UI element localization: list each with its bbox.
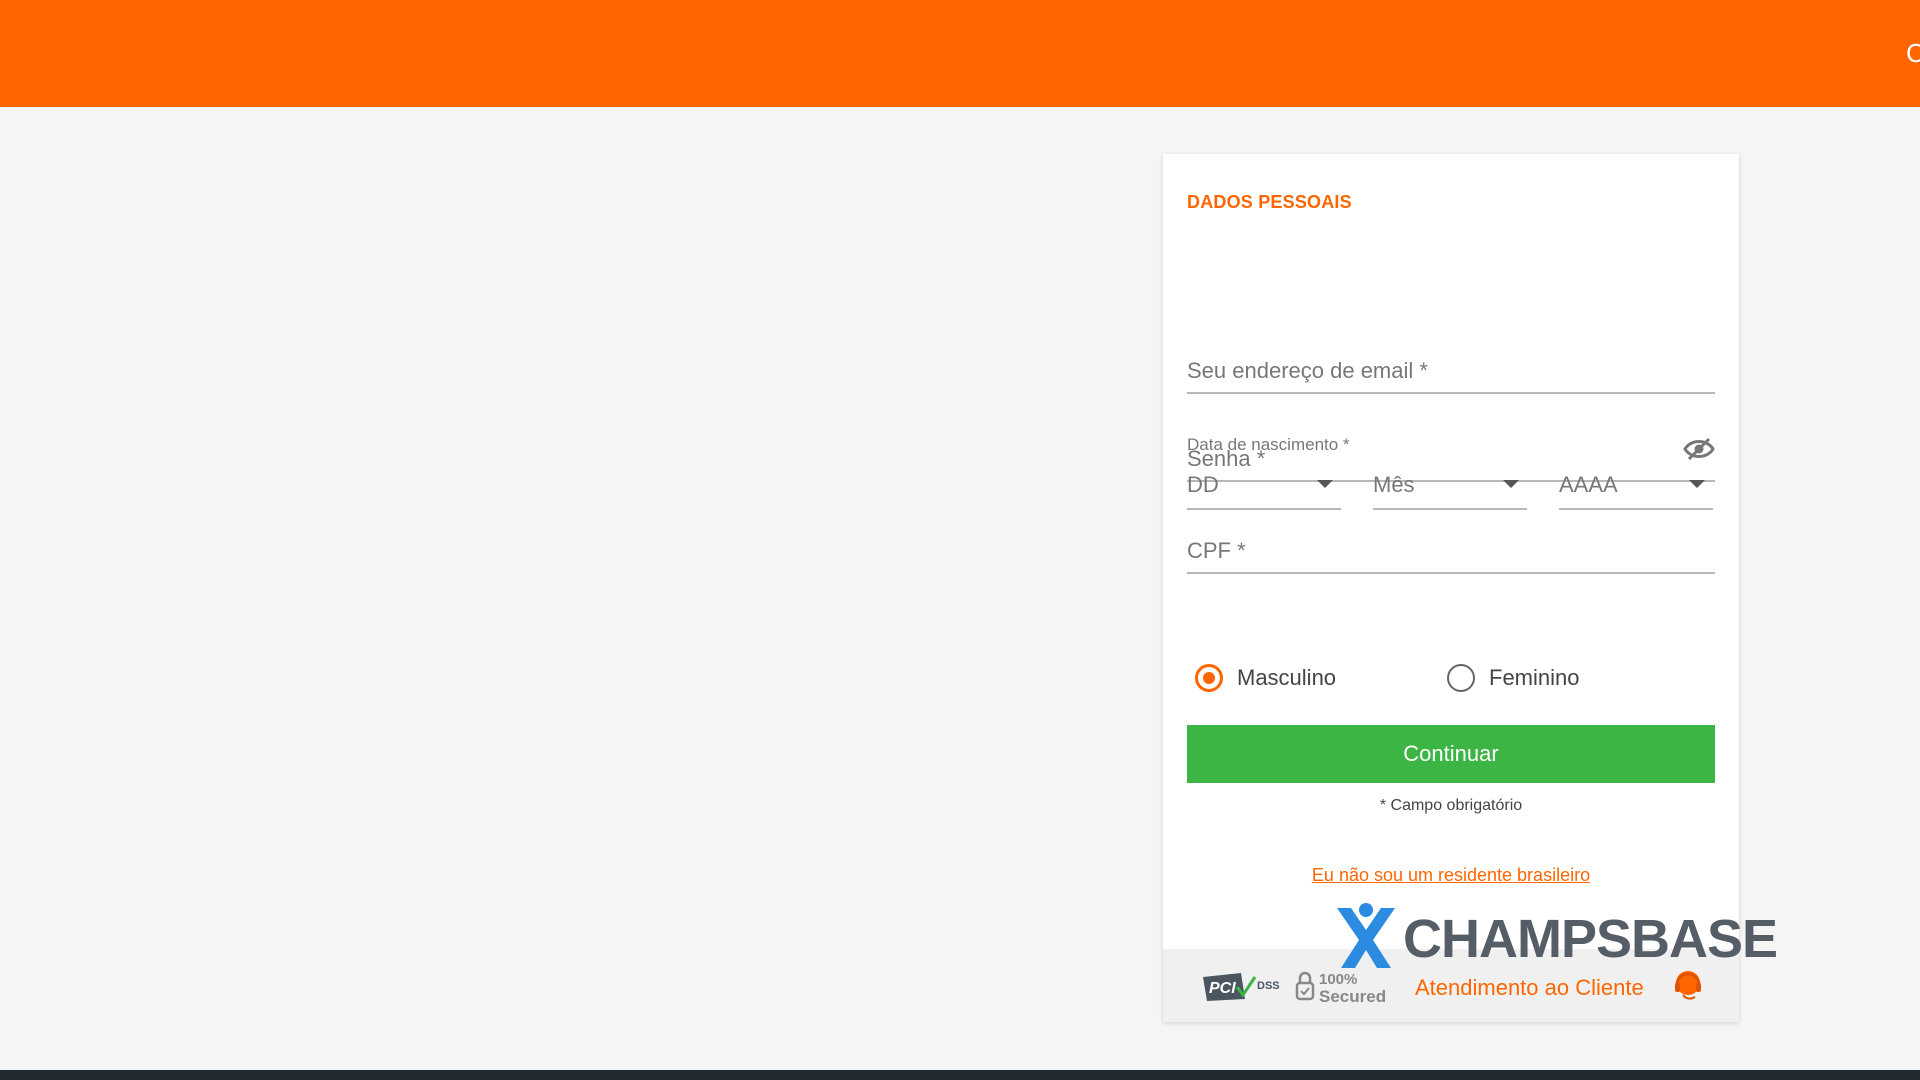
day-select[interactable]: DD <box>1187 452 1341 510</box>
radio-unchecked-icon <box>1447 664 1475 692</box>
chevron-down-icon <box>1689 480 1705 488</box>
secured-badge: 100% Secured <box>1295 971 1386 1006</box>
continue-button[interactable]: Continuar <box>1187 725 1715 783</box>
section-title: DADOS PESSOAIS <box>1187 192 1352 212</box>
chevron-down-icon <box>1317 480 1333 488</box>
svg-text:100%: 100% <box>1319 971 1357 988</box>
svg-text:DSS: DSS <box>1257 980 1280 992</box>
gender-radio-masculino[interactable]: Masculino <box>1195 660 1336 696</box>
bottom-footer-bar <box>0 1070 1920 1080</box>
required-field-note: * Campo obrigatório <box>1379 797 1523 814</box>
registration-card: DADOS PESSOAIS Seu endereço de email * S… <box>1163 154 1739 1022</box>
header-edge-text[interactable]: C <box>1906 38 1920 68</box>
svg-text:PCI: PCI <box>1209 980 1236 997</box>
champsbase-watermark: CHAMPSBASE <box>1333 900 1813 972</box>
svg-text:Secured: Secured <box>1319 987 1386 1006</box>
radio-label: Masculino <box>1237 665 1337 690</box>
year-select[interactable]: AAAA <box>1559 452 1713 510</box>
gender-radio-feminino[interactable]: Feminino <box>1447 660 1579 696</box>
month-select[interactable]: Mês <box>1373 452 1527 510</box>
month-placeholder: Mês <box>1373 472 1415 497</box>
year-placeholder: AAAA <box>1559 472 1618 497</box>
headset-icon[interactable] <box>1673 969 1703 1001</box>
watermark-text: CHAMPSBASE <box>1403 909 1778 969</box>
champsbase-logo-icon <box>1337 903 1395 968</box>
day-placeholder: DD <box>1187 472 1219 497</box>
radio-label: Feminino <box>1489 665 1580 690</box>
non-resident-link[interactable]: Eu não sou um residente brasileiro <box>1163 865 1739 886</box>
pci-dss-logo: PCI DSS <box>1203 973 1280 1001</box>
cpf-field[interactable]: CPF * <box>1187 514 1715 574</box>
top-header-bar: C <box>0 0 1920 107</box>
customer-support-link[interactable]: Atendimento ao Cliente <box>1415 975 1644 1001</box>
radio-checked-icon <box>1195 664 1223 692</box>
cpf-placeholder: CPF * <box>1187 538 1246 563</box>
chevron-down-icon <box>1503 480 1519 488</box>
email-field[interactable]: Seu endereço de email * <box>1187 334 1715 394</box>
email-placeholder: Seu endereço de email * <box>1187 358 1428 383</box>
